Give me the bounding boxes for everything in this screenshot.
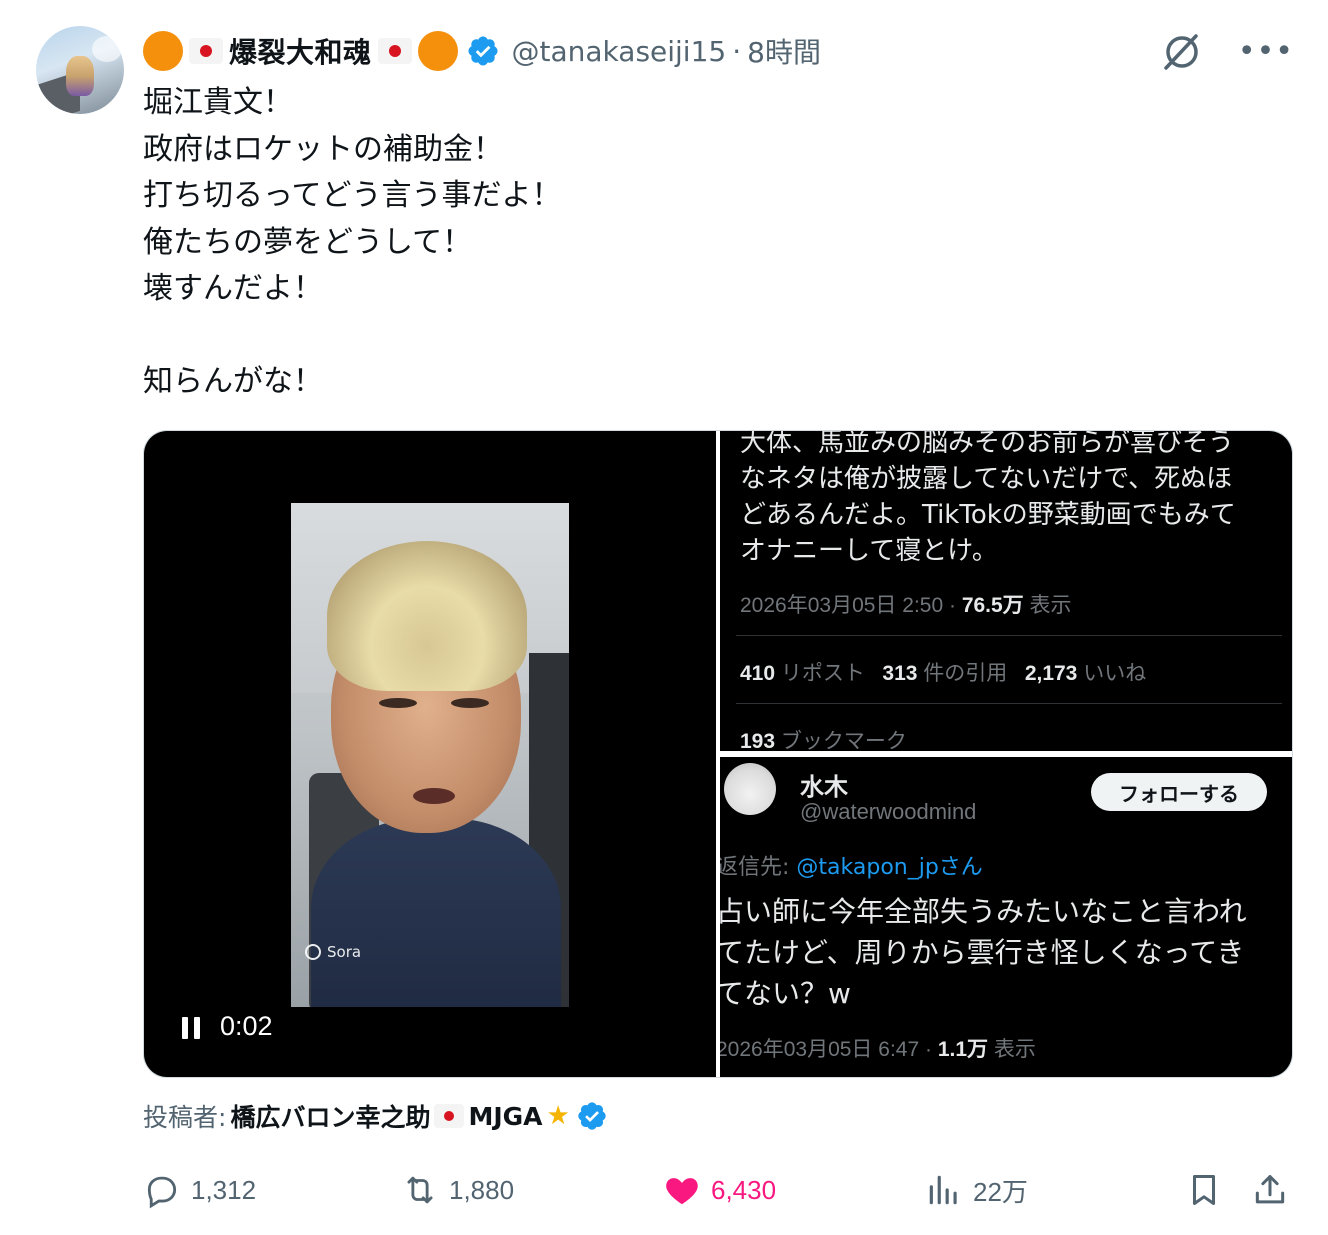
video-person-eye [379, 698, 417, 708]
more-options-icon[interactable]: ••• [1238, 37, 1294, 67]
screenshot-divider [736, 635, 1282, 636]
screenshot-bottom-views-value: 1.1万 [937, 1038, 989, 1061]
video-frame: Sora [291, 503, 569, 1007]
reply-button[interactable]: 1,312 [143, 1162, 256, 1218]
meta-separator: · [943, 594, 962, 617]
tweet-time[interactable]: 8時間 [747, 31, 821, 71]
reply-author-handle: @waterwoodmind [800, 799, 977, 824]
screenshot-top-views-value: 76.5万 [961, 594, 1024, 617]
tweet-header: 爆裂大和魂 @tanakaseiji15 · 8時間 [143, 28, 821, 74]
screenshot-bottom-text: 占い師に今年全部失うみたいなこと言われ てたけど、周りから雲行き怪しくなってき … [720, 895, 1247, 1010]
reply-count: 1,312 [191, 1174, 257, 1205]
reply-to-line: 返信先: @takapon_jpさん [720, 849, 983, 881]
screenshot-top-text: 大体、馬並みの脳みそのお前らが喜びそう なネタは俺が披露してないだけで、死ぬほ … [740, 431, 1236, 566]
bookmark-icon [1192, 1175, 1216, 1205]
reply-icon [147, 1176, 177, 1209]
grok-icon[interactable] [1160, 30, 1204, 74]
repost-icon [407, 1176, 433, 1204]
pause-icon[interactable] [180, 1015, 202, 1039]
japan-flag-icon [377, 38, 412, 64]
screenshot-divider [736, 703, 1282, 704]
posted-by: 投稿者: 橋広バロン幸之助 MJGA ★ [143, 1098, 608, 1134]
avatar-figure [66, 56, 94, 96]
screenshot-top-views-label: 表示 [1023, 594, 1072, 617]
bookmarks-value: 193 [740, 730, 776, 751]
heart-filled-icon [666, 1178, 698, 1205]
views-count: 22万 [973, 1176, 1028, 1207]
like-button[interactable]: 6,430 [663, 1162, 776, 1218]
video-person-mouth [413, 788, 455, 804]
posted-by-label: 投稿者: [143, 1103, 227, 1132]
reply-to-handle: @takapon_jpさん [796, 855, 983, 880]
bookmark-button[interactable] [1185, 1162, 1223, 1218]
author-handle[interactable]: @tanakaseiji15 [512, 35, 727, 68]
likes-value: 2,173 [1024, 662, 1078, 685]
posted-by-name[interactable]: 橋広バロン幸之助 [230, 1098, 430, 1134]
reply-author-avatar [724, 763, 776, 815]
orange-circle-emoji-icon [143, 31, 183, 71]
video-person-shirt [311, 818, 561, 1007]
video-person-eye [451, 698, 489, 708]
video-player[interactable]: Sora 0:02 [144, 431, 716, 1077]
reposts-label: リポスト [775, 662, 865, 685]
analytics-icon [929, 1175, 957, 1205]
screenshot-top-meta: 2026年03月05日 2:50 · 76.5万 表示 [740, 589, 1072, 619]
verified-badge-icon[interactable] [466, 34, 500, 68]
screenshot-top-stats: 410 リポスト 313 件の引用 2,173 いいね [740, 657, 1146, 687]
quotes-label: 件の引用 [917, 662, 1008, 685]
quotes-value: 313 [882, 662, 918, 685]
reply-to-prefix: 返信先: [720, 855, 797, 880]
video-controls: 0:02 [180, 1011, 273, 1042]
action-bar: 1,312 1,880 6,430 22万 [143, 1162, 1293, 1218]
views-button[interactable]: 22万 [925, 1162, 1028, 1218]
dizzy-star-icon: ★ [546, 1101, 570, 1131]
like-count: 6,430 [711, 1174, 777, 1205]
header-actions: ••• [1160, 30, 1294, 74]
verified-badge-icon[interactable] [576, 1100, 608, 1132]
tweet-text: 堀江貴文！ 政府はロケットの補助金！ 打ち切るってどう言う事だよ！ 俺たちの夢を… [143, 85, 562, 399]
screenshot-bottom-meta: 2026年03月05日 6:47 · 1.1万 表示 [720, 1033, 1036, 1063]
sora-watermark-label: Sora [327, 943, 362, 961]
screenshot-top-bookmarks: 193 ブックマーク [740, 725, 907, 751]
repost-count: 1,880 [449, 1174, 515, 1205]
screenshot-top-date: 2026年03月05日 2:50 [740, 594, 944, 617]
japan-flag-icon [434, 1104, 465, 1128]
likes-label: いいね [1077, 662, 1147, 685]
bookmarks-label: ブックマーク [775, 730, 907, 751]
sora-logo-icon [305, 944, 321, 960]
reposts-value: 410 [740, 662, 776, 685]
avatar-sky [92, 36, 122, 62]
media-image-bottom[interactable]: 水木 @waterwoodmind フォローする 返信先: @takapon_j… [720, 757, 1292, 1077]
author-display-name[interactable]: 爆裂大和魂 [229, 31, 372, 71]
posted-by-suffix[interactable]: MJGA [468, 1102, 542, 1131]
video-watermark: Sora [305, 943, 361, 961]
author-avatar[interactable] [36, 26, 124, 114]
header-separator: · [732, 34, 742, 68]
media-grid: Sora 0:02 大体、馬並みの脳みそのお前らが喜びそう なネタは俺が披露して… [143, 430, 1293, 1078]
video-person-hair [327, 541, 527, 691]
share-button[interactable] [1251, 1162, 1289, 1218]
screenshot-bottom-views-label: 表示 [988, 1038, 1036, 1061]
reply-author-name: 水木 [800, 773, 848, 801]
japan-flag-icon [189, 38, 223, 64]
repost-button[interactable]: 1,880 [401, 1162, 514, 1218]
meta-separator: · [919, 1038, 938, 1061]
orange-circle-emoji-icon [417, 31, 458, 71]
media-image-top[interactable]: 大体、馬並みの脳みそのお前らが喜びそう なネタは俺が披露してないだけで、死ぬほ … [720, 431, 1292, 751]
share-icon [1255, 1175, 1285, 1204]
video-timestamp: 0:02 [220, 1011, 273, 1041]
follow-button: フォローする [1091, 773, 1267, 811]
screenshot-bottom-date: 2026年03月05日 6:47 [720, 1038, 920, 1061]
